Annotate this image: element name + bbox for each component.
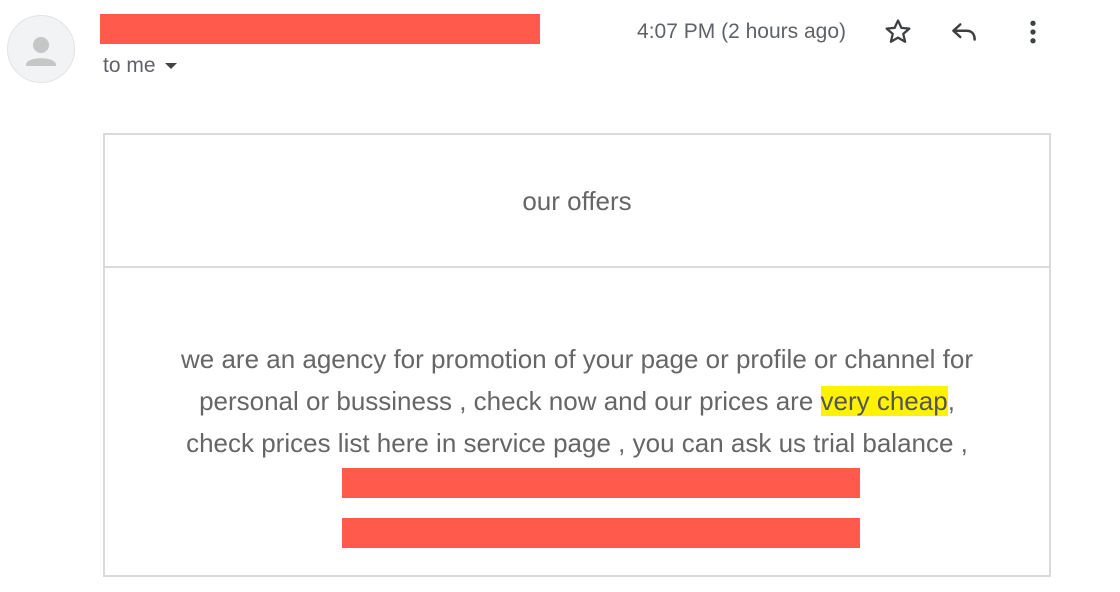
message-line-2: personal or bussiness , check now and ou… [105, 380, 1049, 422]
email-message: we are an agency for promotion of your p… [105, 338, 1049, 464]
recipient-dropdown[interactable]: to me [103, 53, 178, 79]
offer-heading: our offers [522, 186, 632, 216]
star-button[interactable] [882, 16, 914, 48]
redacted-link-2 [342, 518, 860, 548]
sender-name-redaction [100, 14, 540, 44]
message-line-2-start: personal or bussiness , check now and ou… [199, 386, 821, 416]
message-line-1: we are an agency for promotion of your p… [180, 344, 973, 374]
highlighted-text: very cheap [820, 386, 948, 416]
message-line-2-end: , [947, 386, 955, 416]
more-options-button[interactable] [1017, 16, 1049, 48]
star-icon [885, 19, 911, 43]
message-line-3: check prices list here in service page ,… [186, 428, 968, 458]
offer-heading-row: our offers [105, 135, 1049, 268]
redacted-link-1 [342, 468, 860, 498]
email-view: to me 4:07 PM (2 hours ago) our offers w… [0, 0, 1120, 592]
person-icon [26, 37, 56, 66]
reply-icon [952, 23, 976, 41]
reply-button[interactable] [948, 16, 980, 48]
caret-down-icon [164, 63, 177, 69]
email-body-box: our offers we are an agency for promotio… [103, 133, 1051, 577]
more-vert-icon [1030, 20, 1036, 44]
recipient-label: to me [103, 54, 156, 77]
email-timestamp: 4:07 PM (2 hours ago) [637, 20, 846, 43]
sender-avatar[interactable] [7, 15, 75, 83]
